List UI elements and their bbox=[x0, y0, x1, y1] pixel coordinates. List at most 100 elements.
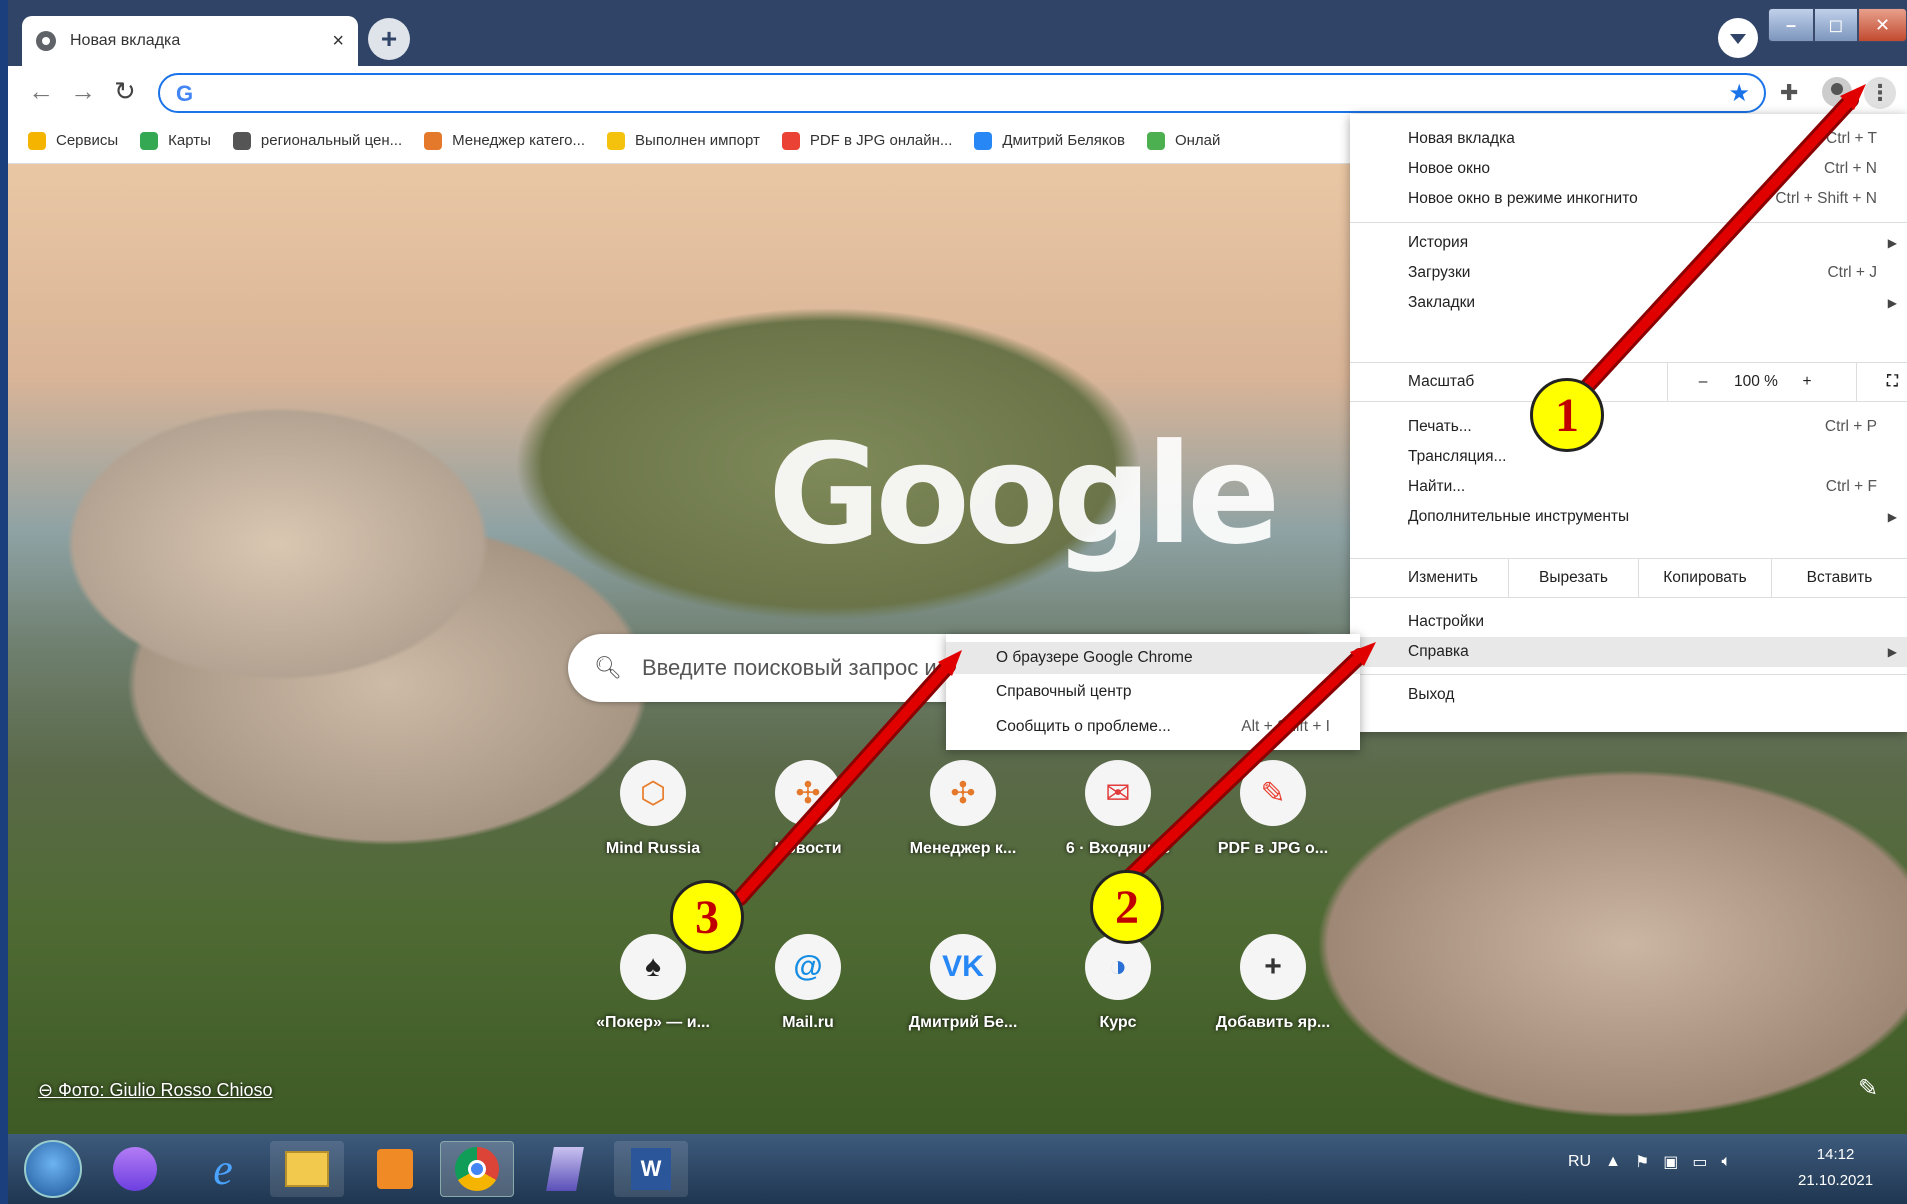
edit-label: Изменить bbox=[1408, 569, 1478, 586]
menu-print[interactable]: Печать... Ctrl + P bbox=[1350, 412, 1907, 442]
bookmark-label: Дмитрий Беляков bbox=[1002, 132, 1125, 149]
chrome-taskbar-icon[interactable] bbox=[440, 1141, 514, 1197]
bookmark-item[interactable]: PDF в JPG онлайн... bbox=[781, 131, 952, 150]
menu-settings[interactable]: Настройки bbox=[1350, 607, 1907, 637]
submenu-about-chrome[interactable]: О браузере Google Chrome bbox=[946, 642, 1360, 674]
menu-new-window[interactable]: Новое окно Ctrl + N bbox=[1350, 154, 1907, 184]
photo-credit-text: Фото: Giulio Rosso Chioso bbox=[58, 1080, 273, 1100]
annotation-badge-2: 2 bbox=[1090, 870, 1164, 944]
bookmark-label: Карты bbox=[168, 132, 211, 149]
tab-new-tab[interactable]: Новая вкладка × bbox=[22, 16, 358, 66]
tray-expand-icon[interactable]: ▲ bbox=[1605, 1153, 1621, 1171]
bookmark-star-icon[interactable]: ★ bbox=[1728, 79, 1750, 108]
title-bar: Новая вкладка × + – ◻ ✕ bbox=[8, 0, 1907, 66]
menu-divider bbox=[1350, 222, 1907, 223]
chrome-menu-kebab-icon[interactable]: ⋮ bbox=[1864, 77, 1896, 109]
shortcut-tile[interactable]: @ Mail.ru bbox=[738, 934, 878, 1032]
menu-label: Новое окно в режиме инкогнито bbox=[1408, 190, 1638, 207]
tab-search-button[interactable] bbox=[1718, 18, 1758, 58]
media-player-icon[interactable] bbox=[358, 1141, 432, 1197]
shortcut-tile[interactable]: ⬡ Mind Russia bbox=[583, 760, 723, 858]
tab-close-icon[interactable]: × bbox=[332, 30, 344, 53]
bookmark-item[interactable]: Карты bbox=[140, 131, 211, 150]
reload-icon[interactable]: ↻ bbox=[114, 76, 136, 107]
clock-time: 14:12 bbox=[1816, 1146, 1855, 1163]
menu-history[interactable]: История ▶ bbox=[1350, 228, 1907, 258]
extensions-puzzle-icon[interactable]: ✚ bbox=[1780, 80, 1798, 106]
menu-help[interactable]: Справка ▶ bbox=[1350, 637, 1907, 667]
submenu-report-issue[interactable]: Сообщить о проблеме... Alt + Shift + I bbox=[946, 711, 1360, 743]
menu-incognito[interactable]: Новое окно в режиме инкогнито Ctrl + Shif… bbox=[1350, 184, 1907, 214]
shortcut-tile[interactable]: ✣ Новости bbox=[738, 760, 878, 858]
volume-icon[interactable]: 🔈︎ bbox=[1722, 1153, 1732, 1171]
menu-label: История bbox=[1408, 234, 1469, 251]
pdf-to-jpg-icon: ✎ bbox=[1240, 760, 1306, 826]
menu-label: Найти... bbox=[1408, 478, 1466, 495]
shortcut-label: 6 · Входящие bbox=[1065, 840, 1171, 857]
close-window-button[interactable]: ✕ bbox=[1858, 8, 1907, 42]
start-button[interactable] bbox=[24, 1140, 82, 1198]
device-icon[interactable]: ▣ bbox=[1663, 1152, 1678, 1172]
customize-pencil-icon[interactable]: ✎ bbox=[1858, 1074, 1878, 1103]
bookmark-item[interactable]: Выполнен импорт bbox=[607, 131, 760, 150]
bookmark-item[interactable]: Менеджер катего... bbox=[424, 131, 585, 150]
menu-more-tools[interactable]: Дополнительные инструменты ▶ bbox=[1350, 502, 1907, 532]
shortcut-tile[interactable]: ✣ Менеджер к... bbox=[893, 760, 1033, 858]
bookmark-label: Онлай bbox=[1174, 132, 1221, 149]
shortcut-label: Новости bbox=[774, 840, 842, 857]
copy-button[interactable]: Копировать bbox=[1638, 559, 1771, 597]
shortcut-label: Курс bbox=[1099, 1014, 1137, 1031]
submenu-help-center[interactable]: Справочный центр bbox=[946, 676, 1360, 708]
shortcut-tile[interactable]: + Добавить яр... bbox=[1203, 934, 1343, 1032]
menu-new-tab[interactable]: Новая вкладка Ctrl + T bbox=[1350, 124, 1907, 154]
chrome-favicon-icon bbox=[36, 31, 56, 51]
menu-find[interactable]: Найти... Ctrl + F bbox=[1350, 472, 1907, 502]
menu-exit[interactable]: Выход bbox=[1350, 680, 1907, 710]
windows-taskbar: e W RU ▲ ⚑ ▣ ▭ 🔈︎ 14:12 21.10.2021 bbox=[8, 1134, 1907, 1204]
new-tab-button[interactable]: + bbox=[368, 18, 410, 60]
internet-explorer-icon[interactable]: e bbox=[186, 1141, 260, 1197]
cut-button[interactable]: Вырезать bbox=[1508, 559, 1638, 597]
poker-icon: ♠ bbox=[620, 934, 686, 1000]
zoom-label: Масштаб bbox=[1408, 373, 1475, 390]
forward-icon[interactable]: → bbox=[70, 76, 96, 107]
zoom-out-button[interactable]: – bbox=[1690, 373, 1716, 391]
chrome-main-menu: Новая вкладка Ctrl + T Новое окно Ctrl + N… bbox=[1350, 114, 1907, 732]
zoom-in-button[interactable]: + bbox=[1794, 373, 1820, 391]
language-indicator[interactable]: RU bbox=[1568, 1153, 1591, 1171]
paste-button[interactable]: Вставить bbox=[1771, 559, 1907, 597]
flag-icon[interactable]: ⚑ bbox=[1635, 1152, 1649, 1172]
bookmark-item[interactable]: Дмитрий Беляков bbox=[974, 131, 1125, 150]
back-icon[interactable]: ← bbox=[28, 76, 54, 107]
network-icon[interactable]: ▭ bbox=[1692, 1152, 1707, 1172]
clock[interactable]: 14:12 21.10.2021 bbox=[1798, 1142, 1873, 1194]
paint-icon[interactable] bbox=[528, 1141, 602, 1197]
bookmark-label: Сервисы bbox=[56, 132, 119, 149]
browser-toolbar: ← → ↻ G ★ ✚ ⋮ bbox=[8, 66, 1907, 118]
file-explorer-icon[interactable] bbox=[270, 1141, 344, 1197]
alice-icon[interactable] bbox=[98, 1141, 172, 1197]
minimize-button[interactable]: – bbox=[1768, 8, 1814, 42]
bookmark-item[interactable]: Онлай bbox=[1146, 131, 1221, 150]
shortcut-text: Ctrl + N bbox=[1824, 160, 1877, 177]
maximize-button[interactable]: ◻ bbox=[1814, 8, 1858, 42]
bookmark-favicon-icon bbox=[974, 131, 993, 150]
annotation-badge-1: 1 bbox=[1530, 378, 1604, 452]
bookmark-item[interactable]: Сервисы bbox=[28, 131, 119, 150]
bookmark-item[interactable]: региональный цен... bbox=[232, 131, 402, 150]
address-bar[interactable]: G ★ bbox=[158, 73, 1766, 113]
menu-bookmarks[interactable]: Закладки ▶ bbox=[1350, 288, 1907, 318]
menu-downloads[interactable]: Загрузки Ctrl + J bbox=[1350, 258, 1907, 288]
photo-credit-link[interactable]: ⊖ Фото: Giulio Rosso Chioso bbox=[38, 1080, 273, 1101]
menu-cast[interactable]: Трансляция... bbox=[1350, 442, 1907, 472]
profile-avatar-icon[interactable] bbox=[1822, 77, 1852, 107]
shortcut-tile[interactable]: ✉ 6 · Входящие bbox=[1048, 760, 1188, 858]
shortcut-tile[interactable]: ✎ PDF в JPG о... bbox=[1203, 760, 1343, 858]
shortcut-tile[interactable]: VK Дмитрий Бе... bbox=[893, 934, 1033, 1032]
mailru-icon: @ bbox=[775, 934, 841, 1000]
shortcut-label: «Покер» — и... bbox=[596, 1014, 710, 1031]
vk-icon: VK bbox=[930, 934, 996, 1000]
shortcut-tile[interactable]: ◑ Курс bbox=[1048, 934, 1188, 1032]
word-icon[interactable]: W bbox=[614, 1141, 688, 1197]
fullscreen-icon[interactable]: ⛶ bbox=[1887, 373, 1898, 391]
